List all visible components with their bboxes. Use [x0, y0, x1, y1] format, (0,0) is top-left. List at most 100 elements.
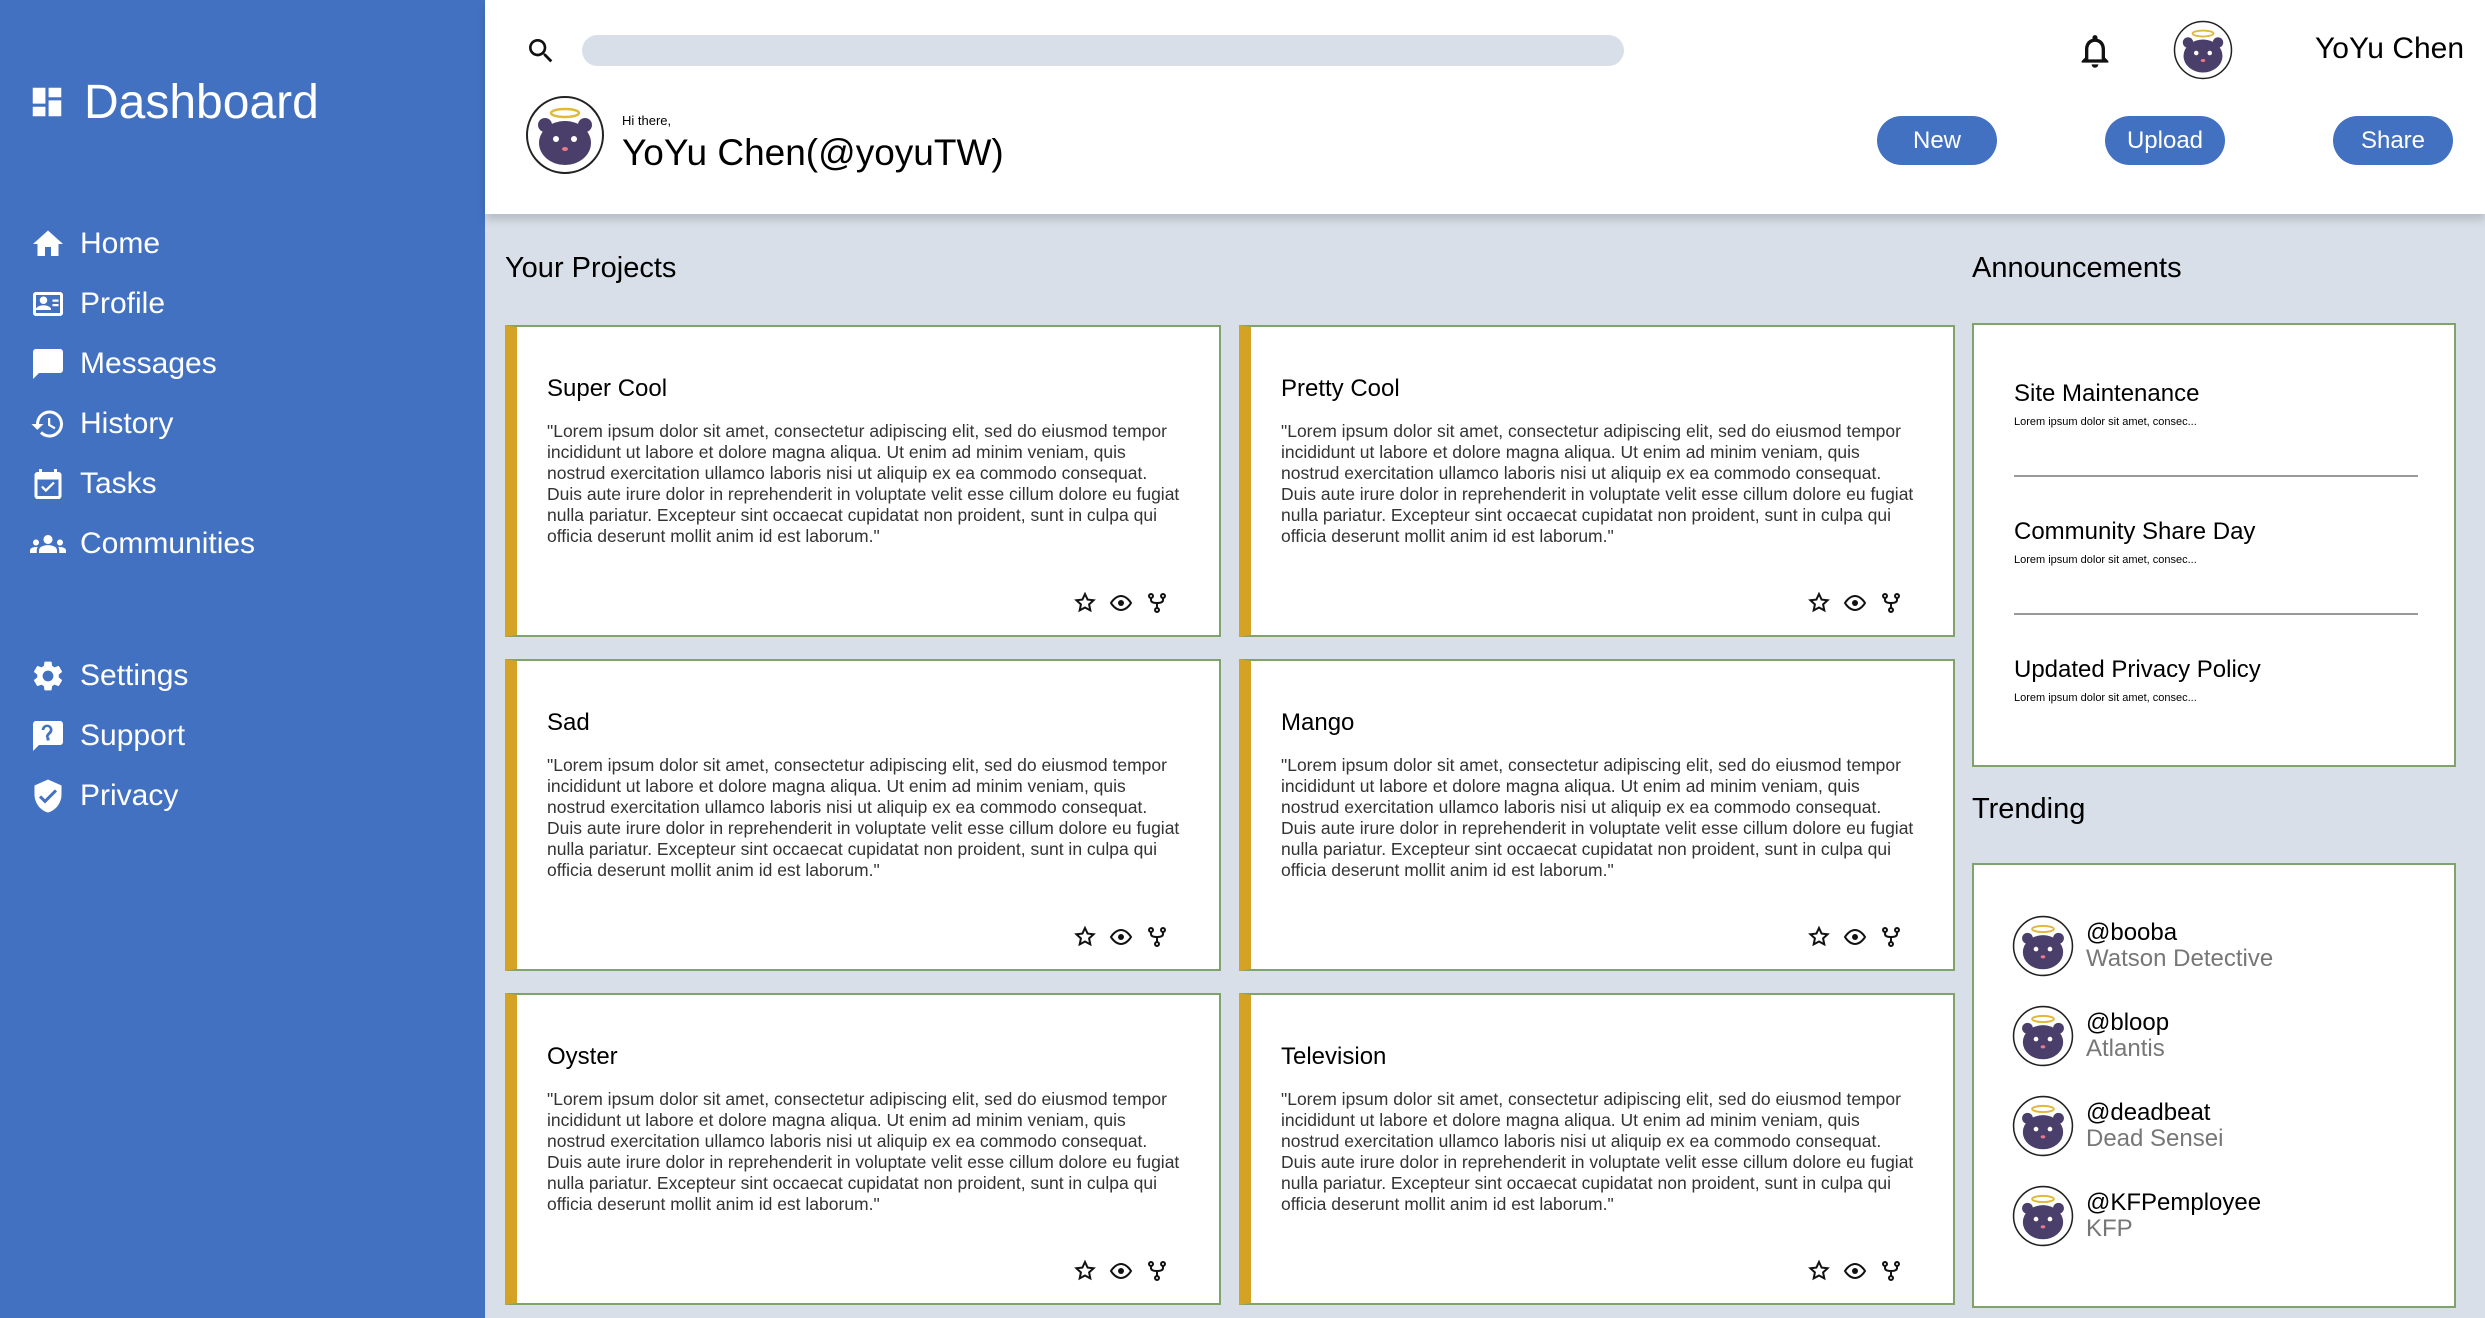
trending-text: @bloop Atlantis: [2086, 1010, 2169, 1062]
star-icon[interactable]: [1807, 925, 1831, 949]
announcement-title: Updated Privacy Policy: [2014, 656, 2261, 683]
trending-handle: @deadbeat: [2086, 1099, 2211, 1126]
star-icon[interactable]: [1073, 1259, 1097, 1283]
sidebar-item-messages[interactable]: Messages: [30, 334, 450, 394]
sidebar-item-privacy[interactable]: Privacy: [30, 766, 450, 826]
trending-item[interactable]: @deadbeat Dead Sensei: [2012, 1095, 2223, 1157]
watch-icon[interactable]: [1843, 591, 1867, 615]
sidebar-item-history[interactable]: History: [30, 394, 450, 454]
project-card[interactable]: Pretty Cool "Lorem ipsum dolor sit amet, …: [1239, 325, 1955, 637]
announcement-item[interactable]: Site Maintenance Lorem ipsum dolor sit a…: [2014, 380, 2418, 428]
star-icon[interactable]: [1807, 1259, 1831, 1283]
project-card[interactable]: Mango "Lorem ipsum dolor sit amet, consec…: [1239, 659, 1955, 971]
trending-item[interactable]: @bloop Atlantis: [2012, 1005, 2169, 1067]
trending-section-title: Trending: [1972, 793, 2086, 825]
project-actions: [1807, 1259, 1903, 1283]
sidebar: Dashboard Home Profile Messages History …: [0, 0, 485, 1318]
star-icon[interactable]: [1807, 591, 1831, 615]
sidebar-item-label: Messages: [80, 347, 217, 380]
sidebar-item-communities[interactable]: Communities: [30, 514, 450, 574]
avatar[interactable]: [2012, 1005, 2074, 1067]
watch-icon[interactable]: [1843, 1259, 1867, 1283]
watch-icon[interactable]: [1843, 925, 1867, 949]
upload-button[interactable]: Upload: [2105, 116, 2225, 165]
announcement-item[interactable]: Updated Privacy Policy Lorem ipsum dolor…: [2014, 656, 2418, 704]
project-card[interactable]: Oyster "Lorem ipsum dolor sit amet, conse…: [505, 993, 1221, 1305]
divider: [2014, 475, 2418, 477]
fork-icon[interactable]: [1145, 925, 1169, 949]
home-icon: [33, 230, 63, 256]
announcements-section-title: Announcements: [1972, 252, 2182, 284]
sidebar-item-label: Profile: [80, 287, 166, 320]
tasks-icon: [34, 469, 62, 499]
search-icon[interactable]: [525, 35, 557, 67]
announcements-panel: Site Maintenance Lorem ipsum dolor sit a…: [1972, 323, 2456, 767]
shield-icon: [34, 779, 62, 813]
search-input[interactable]: [582, 35, 1624, 66]
project-card[interactable]: Super Cool "Lorem ipsum dolor sit amet, c…: [505, 325, 1221, 637]
fork-icon[interactable]: [1145, 1259, 1169, 1283]
sidebar-item-label: Privacy: [80, 779, 179, 812]
dashboard-icon: [32, 87, 62, 117]
announcement-text: Lorem ipsum dolor sit amet, consec...: [2014, 692, 2197, 704]
brand[interactable]: Dashboard: [28, 70, 319, 134]
support-icon: [33, 721, 63, 751]
sidebar-secondary-nav: Settings Support Privacy: [30, 646, 450, 826]
history-icon: [31, 410, 63, 438]
trending-handle: @booba: [2086, 919, 2178, 946]
trending-handle: @KFPemployee: [2086, 1189, 2262, 1216]
fork-icon[interactable]: [1879, 925, 1903, 949]
trending-handle: @bloop: [2086, 1009, 2170, 1036]
header: YoYu Chen Hi there, YoYu Chen(@yoyuTW) N…: [485, 0, 2485, 214]
project-card[interactable]: Television "Lorem ipsum dolor sit amet, c…: [1239, 993, 1955, 1305]
project-title: Mango: [1281, 709, 1355, 736]
sidebar-item-profile[interactable]: Profile: [30, 274, 450, 334]
sidebar-item-settings[interactable]: Settings: [30, 646, 450, 706]
project-actions: [1807, 925, 1903, 949]
greeting-name: YoYu Chen(@yoyuTW): [622, 132, 1004, 173]
project-card[interactable]: Sad "Lorem ipsum dolor sit amet, consecte…: [505, 659, 1221, 971]
project-actions: [1807, 591, 1903, 615]
fork-icon[interactable]: [1879, 1259, 1903, 1283]
header-user-name[interactable]: YoYu Chen: [2315, 32, 2464, 66]
brand-title: Dashboard: [84, 75, 319, 129]
trending-name: Atlantis: [2086, 1035, 2165, 1062]
fork-icon[interactable]: [1879, 591, 1903, 615]
avatar[interactable]: [2012, 1095, 2074, 1157]
watch-icon[interactable]: [1109, 925, 1133, 949]
message-icon: [33, 349, 63, 379]
avatar[interactable]: [2012, 1185, 2074, 1247]
sidebar-item-label: Communities: [80, 527, 256, 560]
avatar[interactable]: [2173, 20, 2233, 80]
project-description: "Lorem ipsum dolor sit amet, consectetur…: [547, 1089, 1180, 1214]
share-button[interactable]: Share: [2333, 116, 2453, 165]
sidebar-item-label: Settings: [80, 659, 189, 692]
watch-icon[interactable]: [1109, 1259, 1133, 1283]
bell-icon[interactable]: [2075, 30, 2115, 72]
trending-name: KFP: [2086, 1215, 2133, 1242]
gear-icon: [33, 661, 63, 691]
trending-item[interactable]: @booba Watson Detective: [2012, 915, 2273, 977]
trending-text: @booba Watson Detective: [2086, 920, 2273, 972]
project-title: Sad: [547, 709, 590, 736]
sidebar-item-tasks[interactable]: Tasks: [30, 454, 450, 514]
greeting-label: Hi there,: [622, 113, 672, 128]
star-icon[interactable]: [1073, 591, 1097, 615]
watch-icon[interactable]: [1109, 591, 1133, 615]
trending-item[interactable]: @KFPemployee KFP: [2012, 1185, 2261, 1247]
announcement-text: Lorem ipsum dolor sit amet, consec...: [2014, 554, 2197, 566]
fork-icon[interactable]: [1145, 591, 1169, 615]
announcement-item[interactable]: Community Share Day Lorem ipsum dolor si…: [2014, 518, 2418, 566]
profile-avatar: [526, 96, 604, 174]
profile-card-icon: [33, 292, 63, 316]
star-icon[interactable]: [1073, 925, 1097, 949]
communities-icon: [30, 535, 66, 553]
avatar[interactable]: [2012, 915, 2074, 977]
sidebar-item-home[interactable]: Home: [30, 214, 450, 274]
sidebar-item-support[interactable]: Support: [30, 706, 450, 766]
announcement-title: Community Share Day: [2014, 518, 2256, 545]
divider: [2014, 613, 2418, 615]
project-description: "Lorem ipsum dolor sit amet, consectetur…: [1281, 755, 1914, 880]
sidebar-item-label: Home: [80, 227, 161, 260]
new-button[interactable]: New: [1877, 116, 1997, 165]
